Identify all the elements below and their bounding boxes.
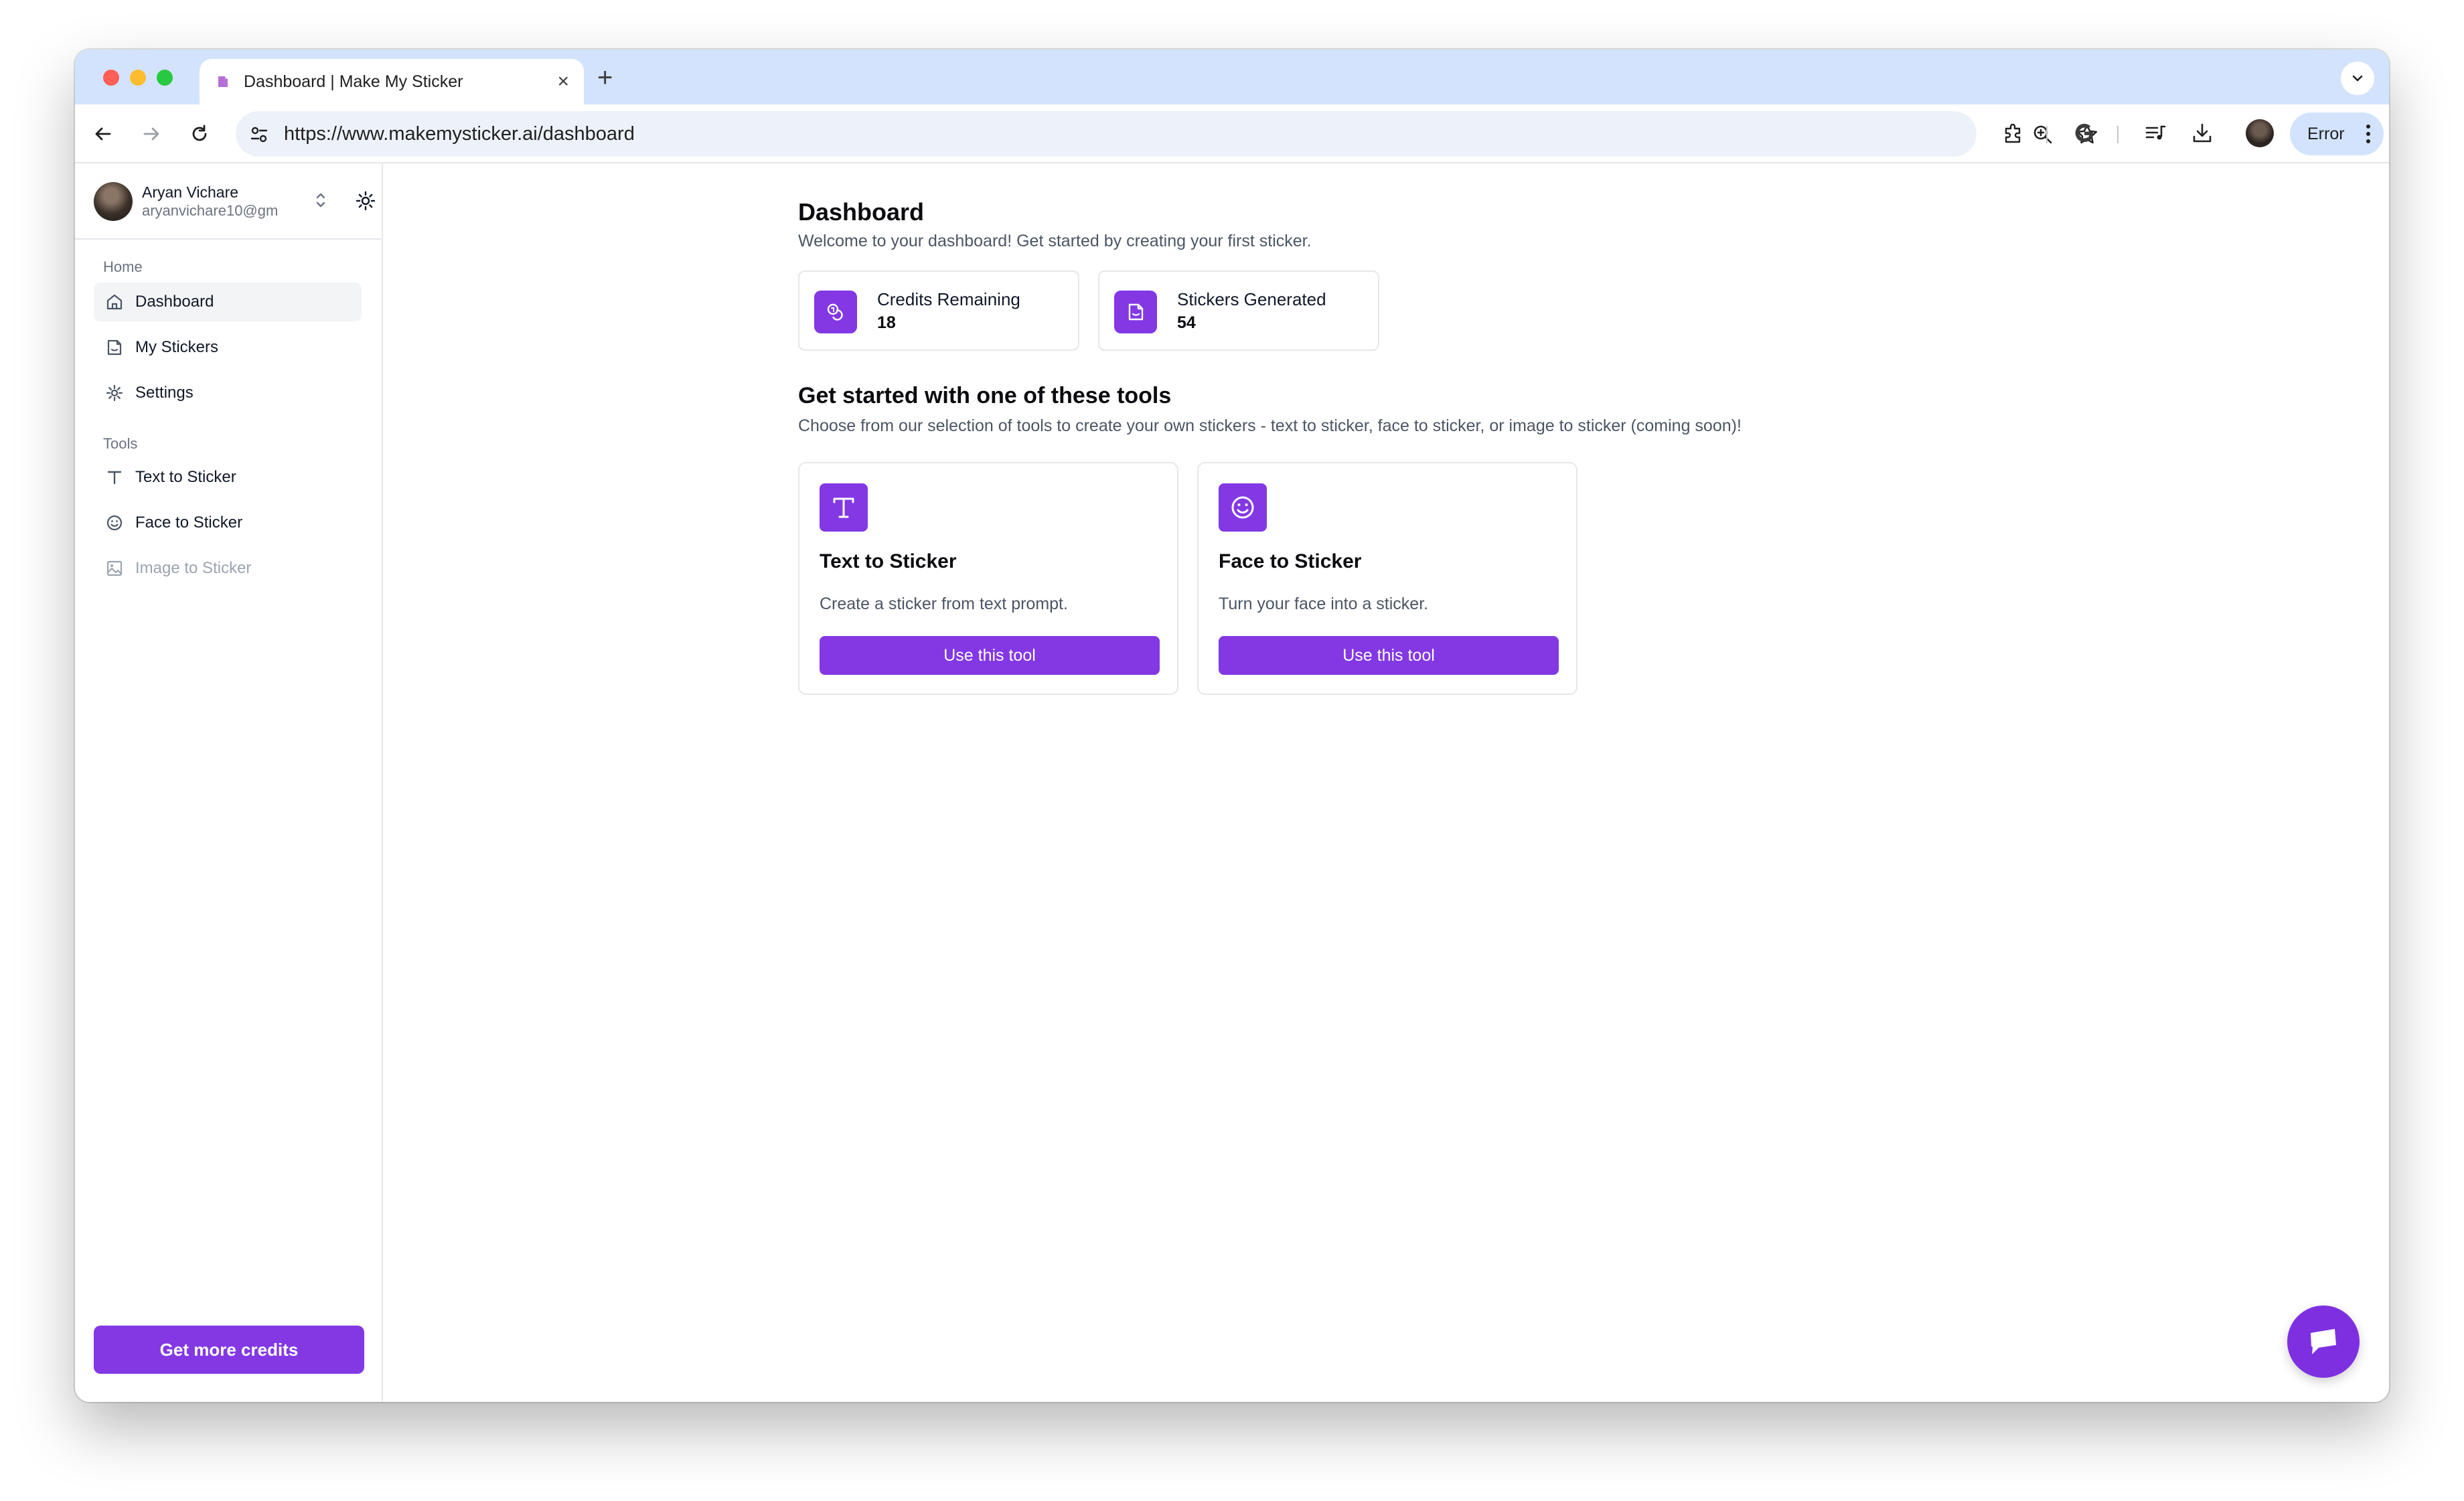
reload-button[interactable]	[185, 119, 214, 149]
stat-label: Stickers Generated	[1177, 289, 1326, 309]
sidebar-item-label: Dashboard	[135, 293, 214, 311]
tool-name: Face to Sticker	[1219, 550, 1362, 572]
error-profile-button[interactable]: Error	[2290, 112, 2384, 155]
toolbar-separator	[2117, 126, 2119, 143]
sticker-icon	[1114, 291, 1157, 333]
close-window-button[interactable]	[103, 70, 119, 86]
zoom-icon[interactable]	[2030, 122, 2056, 147]
tool-card-face-to-sticker: Face to Sticker Turn your face into a st…	[1197, 462, 1577, 695]
sidebar-item-label: Text to Sticker	[135, 468, 236, 486]
maximize-window-button[interactable]	[157, 70, 173, 86]
stat-card-credits: Credits Remaining 18	[798, 270, 1079, 351]
profile-avatar[interactable]	[2246, 119, 2274, 147]
page-title: Dashboard	[798, 198, 925, 226]
sidebar-item-label: Settings	[135, 384, 194, 402]
sidebar-item-label: My Stickers	[135, 338, 219, 356]
sidebar-item-label: Face to Sticker	[135, 514, 243, 532]
chevrons-up-down-icon[interactable]	[309, 189, 332, 212]
text-icon	[104, 467, 125, 487]
sidebar-item-face-to-sticker[interactable]: Face to Sticker	[94, 503, 362, 542]
site-settings-icon[interactable]	[248, 123, 271, 146]
section-label-tools: Tools	[103, 435, 138, 452]
sidebar-item-text-to-sticker[interactable]: Text to Sticker	[94, 458, 362, 497]
browser-toolbar: https://www.makemysticker.ai/dashboard E…	[75, 104, 2389, 163]
error-label: Error	[2307, 124, 2345, 143]
image-icon	[104, 558, 125, 578]
stat-value: 18	[877, 313, 896, 332]
tool-description: Turn your face into a sticker.	[1219, 595, 1429, 613]
close-tab-icon[interactable]: ×	[557, 72, 569, 92]
toolbar-separator	[2046, 126, 2048, 143]
user-account-switcher[interactable]: Aryan Vichare aryanvichare10@gm	[94, 179, 378, 224]
browser-window: Dashboard | Make My Sticker × + https://…	[75, 50, 2389, 1402]
stat-value: 54	[1177, 313, 1196, 332]
reading-list-icon[interactable]	[2140, 118, 2171, 149]
extensions-puzzle-icon[interactable]	[1998, 118, 2029, 149]
sidebar-item-my-stickers[interactable]: My Stickers	[94, 328, 362, 367]
arrow-left-icon	[95, 127, 111, 141]
url-text[interactable]: https://www.makemysticker.ai/dashboard	[284, 123, 635, 145]
coins-icon	[814, 291, 857, 333]
chevron-down-icon	[2352, 75, 2363, 82]
back-button[interactable]	[88, 119, 118, 149]
home-icon	[104, 292, 125, 312]
sticker-icon	[104, 337, 125, 358]
sticker-favicon-icon	[214, 73, 232, 90]
tools-section-subtitle: Choose from our selection of tools to cr…	[798, 416, 1742, 435]
use-text-to-sticker-button[interactable]: Use this tool	[820, 636, 1160, 675]
tool-description: Create a sticker from text prompt.	[820, 595, 1068, 613]
forward-button[interactable]	[137, 119, 166, 149]
chat-support-button[interactable]	[2287, 1306, 2360, 1378]
sidebar-item-image-to-sticker[interactable]: Image to Sticker	[94, 549, 362, 588]
tab-title: Dashboard | Make My Sticker	[244, 72, 463, 91]
text-icon	[820, 483, 868, 532]
gear-icon	[104, 383, 125, 403]
theme-toggle-button[interactable]	[354, 189, 378, 213]
tools-section-title: Get started with one of these tools	[798, 383, 1172, 408]
tab-search-button[interactable]	[2341, 62, 2374, 95]
sidebar-item-label: Image to Sticker	[135, 559, 252, 577]
user-avatar	[94, 182, 133, 221]
smile-icon	[1219, 483, 1267, 532]
chat-bubble-icon	[2311, 1329, 2336, 1354]
more-vert-icon	[2366, 125, 2370, 143]
downloads-icon[interactable]	[2187, 118, 2218, 149]
minimize-window-button[interactable]	[130, 70, 146, 86]
tool-name: Text to Sticker	[820, 550, 957, 572]
reload-icon	[192, 125, 207, 141]
user-name: Aryan Vichare	[142, 183, 239, 201]
sidebar: Aryan Vichare aryanvichare10@gm Home Das…	[75, 163, 383, 1402]
google-icon[interactable]	[2069, 118, 2100, 149]
sidebar-item-dashboard[interactable]: Dashboard	[94, 283, 362, 321]
address-bar[interactable]: https://www.makemysticker.ai/dashboard	[236, 111, 2097, 157]
stat-label: Credits Remaining	[877, 289, 1020, 309]
sidebar-item-settings[interactable]: Settings	[94, 374, 362, 412]
page-subtitle: Welcome to your dashboard! Get started b…	[798, 232, 1312, 250]
browser-tab-active[interactable]: Dashboard | Make My Sticker ×	[200, 59, 584, 104]
user-email: aryanvichare10@gm	[142, 202, 279, 219]
sidebar-divider	[75, 238, 382, 240]
section-label-home: Home	[103, 258, 143, 275]
new-tab-button[interactable]: +	[597, 64, 613, 91]
tab-strip: Dashboard | Make My Sticker × +	[75, 50, 2389, 104]
arrow-right-icon	[143, 127, 159, 141]
get-more-credits-button[interactable]: Get more credits	[94, 1326, 364, 1374]
tool-card-text-to-sticker: Text to Sticker Create a sticker from te…	[798, 462, 1178, 695]
stat-card-stickers: Stickers Generated 54	[1098, 270, 1379, 351]
sun-icon	[356, 191, 376, 211]
app-root: Aryan Vichare aryanvichare10@gm Home Das…	[75, 163, 2389, 1402]
use-face-to-sticker-button[interactable]: Use this tool	[1219, 636, 1559, 675]
main-content: Dashboard Welcome to your dashboard! Get…	[383, 163, 2389, 1402]
smile-icon	[104, 513, 125, 533]
